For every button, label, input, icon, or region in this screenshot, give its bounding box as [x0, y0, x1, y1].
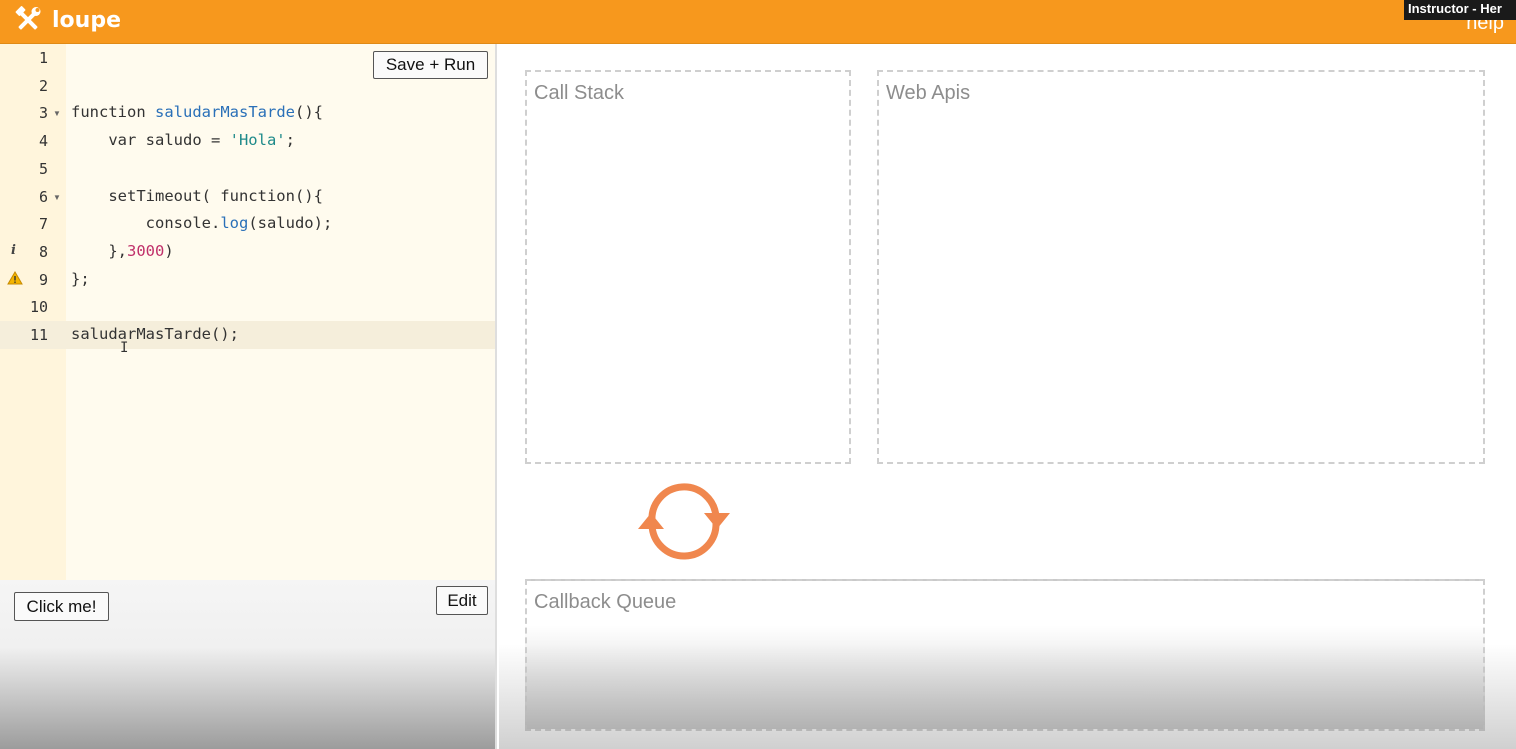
- editor-pane: 1 2 3 ▼ function saludarMasTarde(){ 4 var sal…: [0, 44, 497, 749]
- line-number: 10: [29, 298, 48, 317]
- web-apis-panel: Web Apis: [877, 70, 1485, 464]
- app-header: loupe help Instructor - Her: [0, 0, 1516, 44]
- edit-button[interactable]: Edit: [436, 586, 488, 615]
- code-line[interactable]: 9};: [0, 266, 495, 294]
- app-logo[interactable]: loupe: [14, 6, 121, 34]
- line-number: 4: [38, 132, 48, 151]
- line-number: 2: [38, 76, 48, 95]
- code-line[interactable]: 10: [0, 293, 495, 321]
- code-line[interactable]: 6 ▼ setTimeout( function(){: [0, 183, 495, 211]
- callback-queue-title: Callback Queue: [534, 591, 677, 613]
- code-editor[interactable]: 1 2 3 ▼ function saludarMasTarde(){ 4 var sal…: [0, 44, 495, 580]
- line-number: 3: [38, 104, 48, 123]
- line-number: 1: [38, 49, 48, 67]
- code-text: var saludo = 'Hola';: [71, 131, 295, 150]
- call-stack-panel: Call Stack: [525, 70, 851, 464]
- fold-arrow-icon[interactable]: ▼: [53, 109, 61, 118]
- line-number: 6: [38, 187, 48, 206]
- code-text: };: [71, 269, 90, 288]
- code-line[interactable]: 3 ▼ function saludarMasTarde(){: [0, 99, 495, 127]
- text-cursor-icon: I: [120, 340, 129, 356]
- code-text: console.log(saludo);: [71, 214, 333, 233]
- click-me-button[interactable]: Click me!: [14, 592, 109, 621]
- line-number: 7: [38, 215, 48, 234]
- code-line[interactable]: 4 var saludo = 'Hola';: [0, 127, 495, 155]
- line-number: 5: [38, 159, 48, 178]
- save-run-button[interactable]: Save + Run: [373, 51, 488, 79]
- warning-icon: [7, 270, 23, 288]
- visualization-pane: Call Stack Web Apis Callback Queue: [499, 44, 1516, 749]
- code-line[interactable]: 11 saludarMasTarde();: [0, 321, 495, 349]
- fold-arrow-icon[interactable]: ▼: [53, 193, 61, 202]
- info-icon: i: [11, 242, 16, 258]
- refresh-cycle-icon: [638, 483, 730, 560]
- code-line[interactable]: 8 i },3000): [0, 238, 495, 266]
- line-number: 11: [29, 326, 48, 344]
- call-stack-title: Call Stack: [534, 82, 625, 104]
- line-number: 8: [38, 242, 48, 261]
- app-title: loupe: [52, 7, 121, 33]
- code-text: },3000): [71, 241, 174, 260]
- code-line[interactable]: 5: [0, 155, 495, 183]
- code-text: setTimeout( function(){: [71, 186, 323, 205]
- code-line[interactable]: 7 console.log(saludo);: [0, 210, 495, 238]
- web-apis-title: Web Apis: [886, 82, 971, 104]
- video-overlay-label: Instructor - Her: [1404, 0, 1516, 20]
- callback-queue-panel: Callback Queue: [525, 579, 1485, 731]
- code-text: saludarMasTarde();: [71, 325, 239, 343]
- code-text: function saludarMasTarde(){: [71, 103, 323, 122]
- hammer-wrench-icon: [15, 6, 41, 30]
